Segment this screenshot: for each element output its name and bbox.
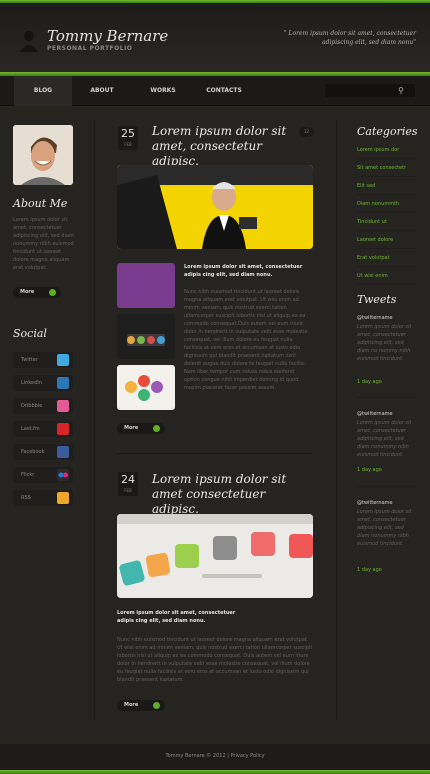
tweet-time[interactable]: 1 day ago — [357, 378, 417, 386]
tweet-text: Lorem ipsum dolor sit amet, consectetuer… — [357, 509, 412, 547]
tweet-user[interactable]: @twittername — [357, 499, 417, 507]
flickr-icon — [57, 469, 69, 481]
tweet-user[interactable]: @twittername — [357, 314, 417, 322]
avatar — [13, 125, 73, 185]
nav-item-contacts[interactable]: CONTACTS — [194, 76, 254, 106]
tweet-text: Lorem ipsum dolor sit amet, consectetuer… — [357, 420, 412, 458]
thumbnail-image[interactable] — [117, 365, 175, 410]
nav-item-works[interactable]: WORKS — [132, 76, 194, 106]
post-date: 24 FEB — [118, 472, 138, 496]
post-lead: Lorem ipsum dolor sit amet, consectetuer… — [117, 610, 236, 624]
category-link[interactable]: Lorem ipsum dor — [357, 141, 417, 159]
post-more-button[interactable]: More — [117, 423, 165, 434]
footer-text: Tommy Bernare © 2012 | Privacy Policy — [165, 753, 265, 759]
social-linkedin[interactable]: LinkedIn — [13, 375, 73, 391]
tweet-text: Lorem ipsum dolor sit amet, consectetuer… — [357, 324, 412, 362]
more-label: More — [20, 289, 35, 295]
footer-accent-bar — [0, 770, 430, 774]
post-more-button[interactable]: More — [117, 700, 165, 711]
social-label: Last.fm — [21, 426, 40, 432]
about-more-button[interactable]: More — [13, 287, 61, 298]
post-body: Nunc nibh euismod tincidunt ut laoreet d… — [117, 637, 313, 683]
divider — [357, 486, 417, 487]
facebook-icon — [57, 446, 69, 458]
category-link[interactable]: Diam nonummth — [357, 195, 417, 213]
social-dribbble[interactable]: Dribbble — [13, 398, 73, 414]
search-icon[interactable]: ⚲ — [395, 84, 407, 97]
site-subtitle: PERSONAL PORTFOLIO — [47, 45, 133, 52]
header-quote: " Lorem ipsum dolor sit amet, consectetu… — [283, 30, 416, 46]
social-label: Flickr — [21, 472, 35, 478]
dribbble-icon — [57, 400, 69, 412]
post-title[interactable]: Lorem ipsum dolor sit amet, consectetur … — [152, 124, 302, 169]
twitter-icon — [57, 354, 69, 366]
social-label: Dribbble — [21, 403, 43, 409]
nav-item-about[interactable]: ABOUT — [72, 76, 132, 106]
category-link[interactable]: Erat volutpat — [357, 249, 417, 267]
post-image[interactable] — [117, 165, 313, 249]
divider — [357, 397, 417, 398]
tweet-time[interactable]: 1 day ago — [357, 466, 417, 474]
divider — [336, 120, 337, 720]
categories-title: Categories — [357, 125, 418, 138]
comment-count-badge[interactable]: 12 — [299, 127, 314, 137]
about-text: Lorem ipsum dolor sit amet, consectetuer… — [13, 217, 74, 271]
category-link[interactable]: Ut wisi enim — [357, 267, 417, 285]
social-label: Facebook — [21, 449, 45, 455]
post-title[interactable]: Lorem ipsum dolor sit amet consectetuer … — [152, 472, 312, 517]
social-label: Twitter — [21, 357, 38, 363]
post-image[interactable] — [117, 514, 313, 598]
rss-icon — [57, 492, 69, 504]
social-label: RSS — [21, 495, 31, 501]
category-link[interactable]: Sit amet consectetr — [357, 159, 417, 177]
divider — [117, 453, 313, 454]
tweets-title: Tweets — [357, 293, 397, 306]
category-link[interactable]: Laoreet dolore — [357, 231, 417, 249]
linkedin-icon — [57, 377, 69, 389]
social-title: Social — [13, 327, 47, 340]
site-title[interactable]: Tommy Bernare — [47, 27, 168, 45]
post-month: FEB — [124, 488, 132, 493]
more-label: More — [124, 702, 139, 708]
post-date: 25 FEB — [118, 126, 138, 150]
lastfm-icon — [57, 423, 69, 435]
thumbnail-image[interactable] — [117, 314, 175, 359]
social-label: LinkedIn — [21, 380, 42, 386]
category-link[interactable]: Elit sed — [357, 177, 417, 195]
social-facebook[interactable]: Facebook — [13, 444, 73, 460]
social-lastfm[interactable]: Last.fm — [13, 421, 73, 437]
tweet-time[interactable]: 1 day ago — [357, 566, 417, 574]
post-month: FEB — [124, 142, 132, 147]
post-body: Nunc nibh euismod tincidunt ut laoreet d… — [184, 289, 308, 391]
social-rss[interactable]: RSS — [13, 490, 73, 506]
arrow-icon — [153, 702, 160, 709]
divider — [94, 120, 95, 720]
category-link[interactable]: Tincidunt ut — [357, 213, 417, 231]
post-day: 24 — [121, 473, 135, 486]
tweet-user[interactable]: @twittername — [357, 410, 417, 418]
arrow-icon — [49, 289, 56, 296]
top-accent-bar — [0, 0, 430, 3]
more-label: More — [124, 425, 139, 431]
post-lead: Lorem ipsum dolor sit amet, consectetuer… — [184, 264, 303, 278]
nav-item-blog[interactable]: BLOG — [14, 76, 72, 106]
about-title: About Me — [13, 197, 68, 210]
social-twitter[interactable]: Twitter — [13, 352, 73, 368]
post-day: 25 — [121, 127, 135, 140]
arrow-icon — [153, 425, 160, 432]
thumbnail-image[interactable] — [117, 263, 175, 308]
user-silhouette-icon — [19, 28, 39, 52]
social-flickr[interactable]: Flickr — [13, 467, 73, 483]
